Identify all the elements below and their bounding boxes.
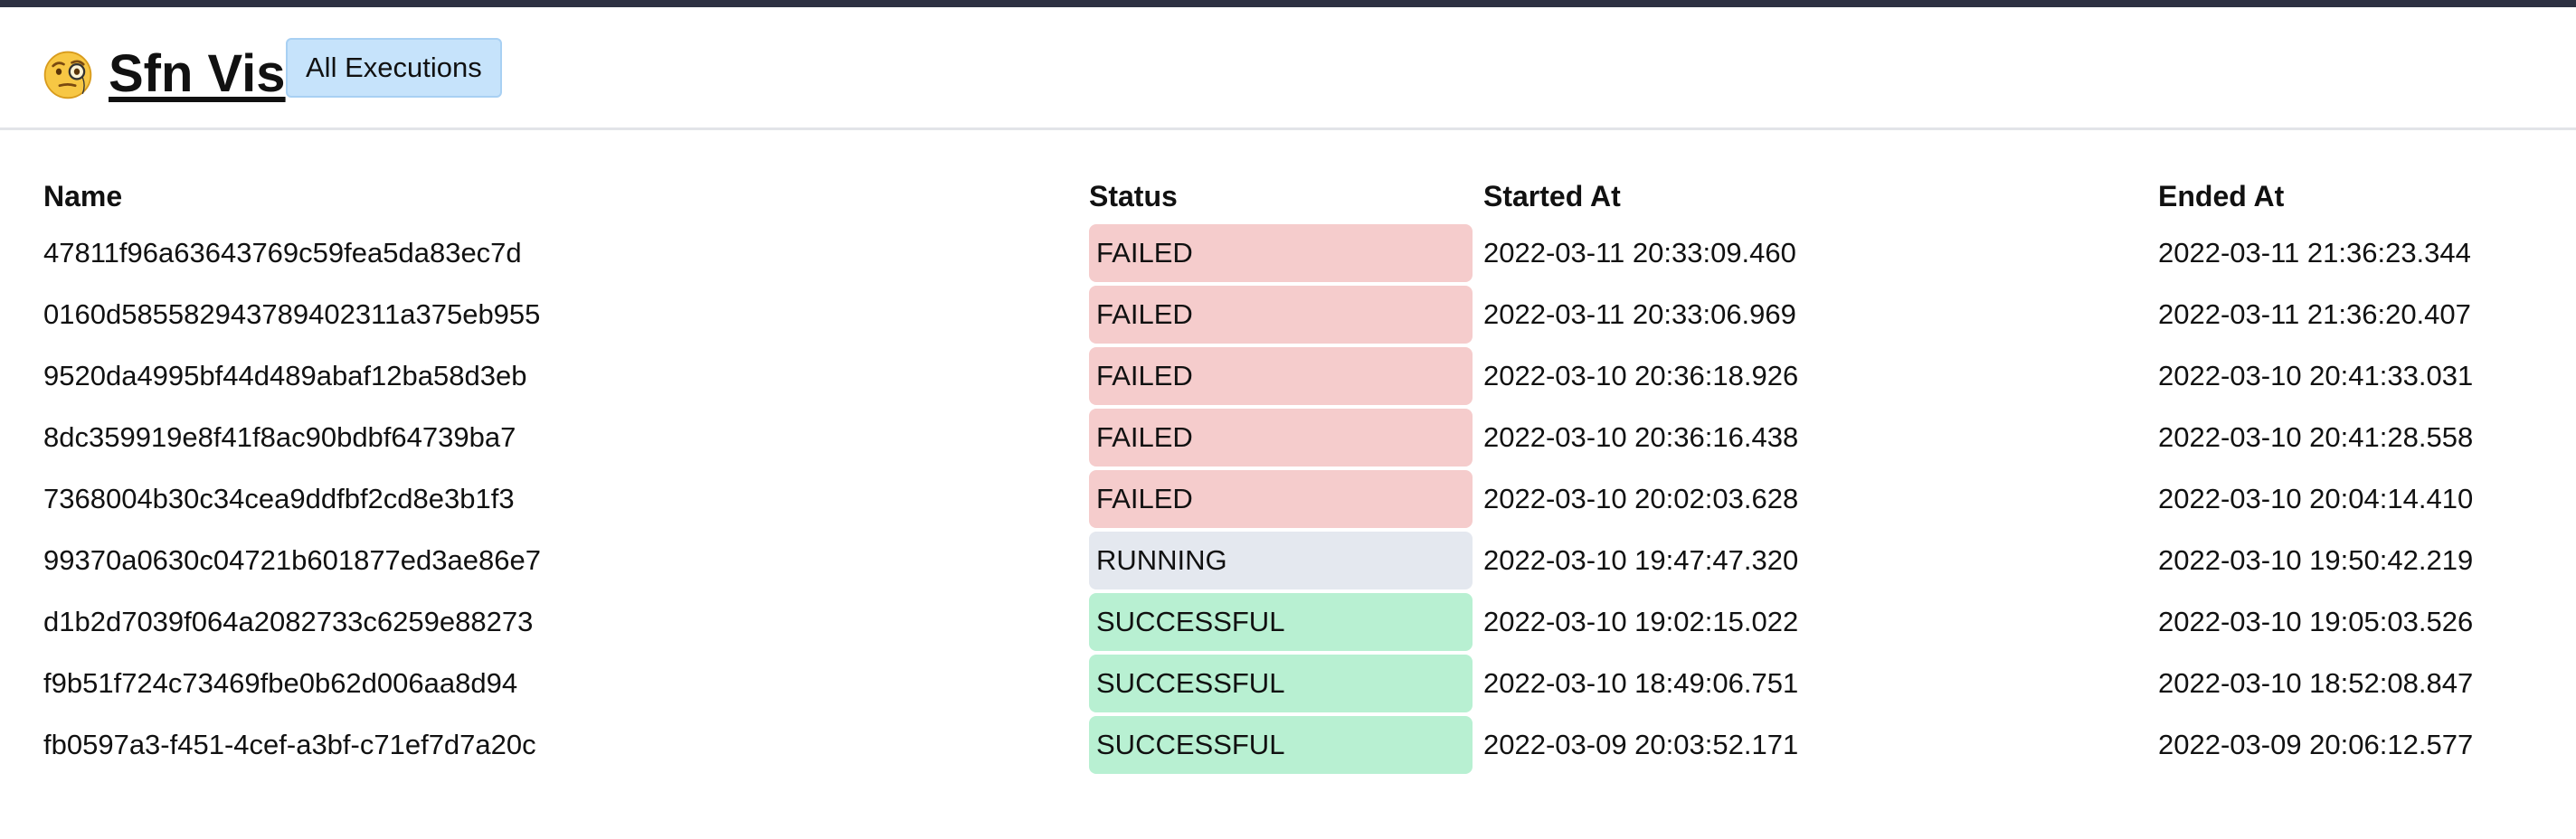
ended-at: 2022-03-10 20:41:28.558	[2158, 421, 2474, 453]
status-badge: FAILED	[1089, 286, 1473, 344]
face-with-monocle-icon	[43, 51, 92, 99]
started-at: 2022-03-11 20:33:06.969	[1483, 298, 1796, 330]
execution-name[interactable]: 7368004b30c34cea9ddfbf2cd8e3b1f3	[33, 470, 1078, 528]
status-badge: RUNNING	[1089, 532, 1473, 589]
ended-at: 2022-03-10 20:04:14.410	[2158, 483, 2474, 514]
status-badge: SUCCESSFUL	[1089, 716, 1473, 774]
ended-at: 2022-03-09 20:06:12.577	[2158, 729, 2474, 760]
table-row[interactable]: 47811f96a63643769c59fea5da83ec7d FAILED …	[33, 224, 2565, 282]
table-row[interactable]: 7368004b30c34cea9ddfbf2cd8e3b1f3 FAILED …	[33, 470, 2565, 528]
table-row[interactable]: d1b2d7039f064a2082733c6259e88273 SUCCESS…	[33, 593, 2565, 651]
table-header-row: Name Status Started At Ended At	[33, 172, 2565, 221]
execution-name[interactable]: 9520da4995bf44d489abaf12ba58d3eb	[33, 347, 1078, 405]
app-title[interactable]: Sfn Vis	[109, 38, 286, 110]
ended-at: 2022-03-10 19:50:42.219	[2158, 544, 2474, 576]
column-header-ended-at: Ended At	[2158, 179, 2285, 212]
table-row[interactable]: 99370a0630c04721b601877ed3ae86e7 RUNNING…	[33, 532, 2565, 589]
all-executions-button[interactable]: All Executions	[286, 38, 502, 98]
status-badge: FAILED	[1089, 409, 1473, 467]
ended-at: 2022-03-10 20:41:33.031	[2158, 360, 2474, 391]
home-link[interactable]: Sfn Vis	[42, 38, 286, 110]
status-badge: SUCCESSFUL	[1089, 593, 1473, 651]
column-header-name: Name	[43, 179, 123, 212]
status-badge: FAILED	[1089, 470, 1473, 528]
started-at: 2022-03-10 19:47:47.320	[1483, 544, 1799, 576]
started-at: 2022-03-09 20:03:52.171	[1483, 729, 1799, 760]
table-row[interactable]: 9520da4995bf44d489abaf12ba58d3eb FAILED …	[33, 347, 2565, 405]
started-at: 2022-03-10 20:36:18.926	[1483, 360, 1799, 391]
execution-name[interactable]: 47811f96a63643769c59fea5da83ec7d	[33, 224, 1078, 282]
started-at: 2022-03-11 20:33:09.460	[1483, 237, 1796, 269]
ended-at: 2022-03-11 21:36:23.344	[2158, 237, 2471, 269]
top-accent-bar	[0, 0, 2576, 7]
status-badge: FAILED	[1089, 224, 1473, 282]
execution-name[interactable]: 99370a0630c04721b601877ed3ae86e7	[33, 532, 1078, 589]
app-header: Sfn Vis All Executions	[0, 7, 2576, 130]
ended-at: 2022-03-10 18:52:08.847	[2158, 667, 2474, 699]
started-at: 2022-03-10 18:49:06.751	[1483, 667, 1799, 699]
started-at: 2022-03-10 19:02:15.022	[1483, 606, 1799, 637]
ended-at: 2022-03-11 21:36:20.407	[2158, 298, 2471, 330]
status-badge: FAILED	[1089, 347, 1473, 405]
column-header-status: Status	[1089, 179, 1178, 212]
ended-at: 2022-03-10 19:05:03.526	[2158, 606, 2474, 637]
execution-name[interactable]: fb0597a3-f451-4cef-a3bf-c71ef7d7a20c	[33, 716, 1078, 774]
table-row[interactable]: f9b51f724c73469fbe0b62d006aa8d94 SUCCESS…	[33, 655, 2565, 712]
executions-table: Name Status Started At Ended At 47811f96…	[33, 168, 2565, 778]
table-row[interactable]: 8dc359919e8f41f8ac90bdbf64739ba7 FAILED …	[33, 409, 2565, 467]
execution-name[interactable]: 8dc359919e8f41f8ac90bdbf64739ba7	[33, 409, 1078, 467]
execution-name[interactable]: f9b51f724c73469fbe0b62d006aa8d94	[33, 655, 1078, 712]
started-at: 2022-03-10 20:02:03.628	[1483, 483, 1799, 514]
started-at: 2022-03-10 20:36:16.438	[1483, 421, 1799, 453]
status-badge: SUCCESSFUL	[1089, 655, 1473, 712]
table-row[interactable]: fb0597a3-f451-4cef-a3bf-c71ef7d7a20c SUC…	[33, 716, 2565, 774]
execution-name[interactable]: d1b2d7039f064a2082733c6259e88273	[33, 593, 1078, 651]
table-row[interactable]: 0160d585582943789402311a375eb955 FAILED …	[33, 286, 2565, 344]
column-header-started-at: Started At	[1483, 179, 1621, 212]
execution-name[interactable]: 0160d585582943789402311a375eb955	[33, 286, 1078, 344]
